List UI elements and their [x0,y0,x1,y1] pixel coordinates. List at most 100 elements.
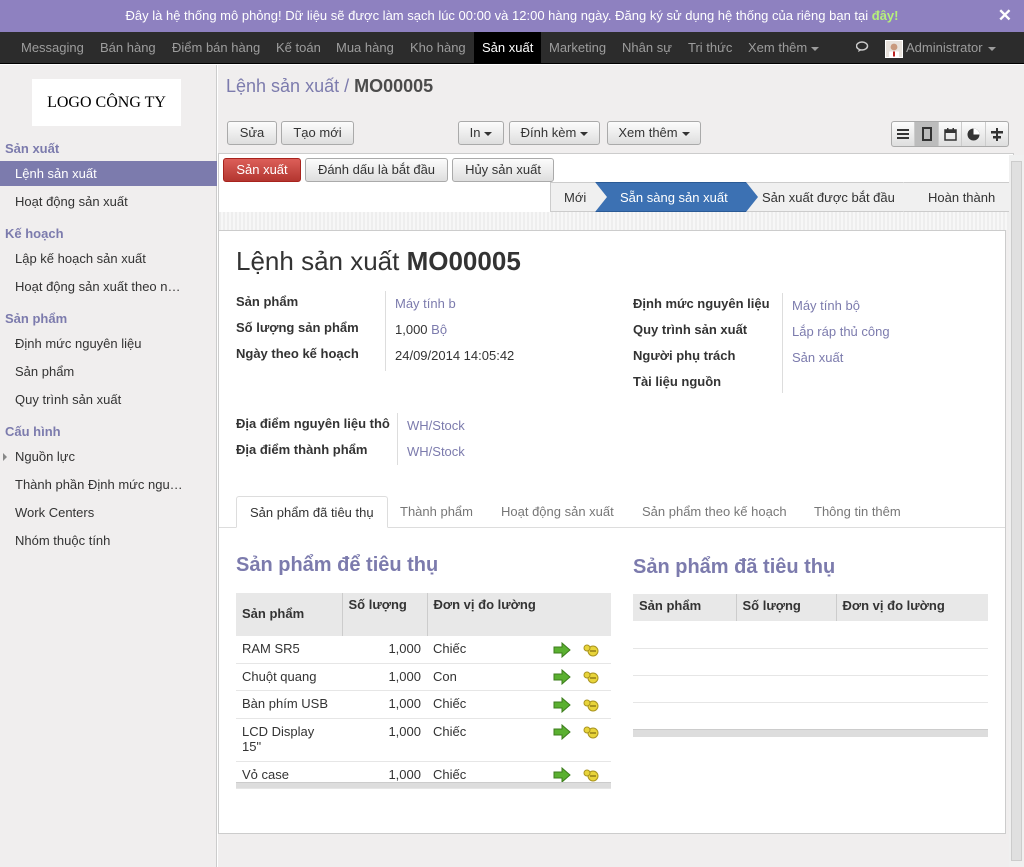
create-button[interactable]: Tạo mới [281,121,354,145]
chat-icon[interactable] [856,41,870,53]
edit-button[interactable]: Sửa [227,121,277,145]
sidebar-item-products[interactable]: Sản phẩm [0,359,217,384]
tab-extra-info[interactable]: Thông tin thêm [801,496,914,528]
breadcrumb-parent[interactable]: Lệnh sản xuất [226,76,339,96]
consume-arrow-icon[interactable] [553,641,571,658]
product-cell: RAM SR5 [236,636,342,664]
column-header-quantity[interactable]: Số lượng [342,593,428,636]
stage-done[interactable]: Hoàn thành [903,182,1015,212]
table-row[interactable]: RAM SR5 1,000 Chiếc [236,636,611,664]
bom-field[interactable]: Máy tính bộ [792,298,860,313]
consume-arrow-icon[interactable] [553,696,571,713]
user-avatar[interactable] [885,40,903,58]
cancel-production-button[interactable]: Hủy sản xuất [452,158,554,182]
list-icon [897,129,910,139]
close-icon[interactable]: ✕ [998,0,1012,32]
planned-date-field[interactable]: 24/09/2014 14:05:42 [395,348,514,363]
attach-dropdown[interactable]: Đính kèm [509,121,600,145]
consume-arrow-icon[interactable] [553,724,571,741]
stage-new[interactable]: Mới [550,182,607,212]
column-header-quantity[interactable]: Số lượng [736,594,837,621]
produce-button[interactable]: Sản xuất [223,158,301,182]
product-cell: Bàn phím USB [236,690,342,719]
sidebar-item-manufacturing-orders[interactable]: Lệnh sản xuất [0,161,217,186]
print-dropdown[interactable]: In [458,121,504,145]
stage-in-progress[interactable]: Sản xuất được bắt đầu [746,182,915,212]
quantity-unit[interactable]: Bộ [431,322,447,337]
table-row[interactable]: LCD Display 15" 1,000 Chiếc [236,718,611,762]
nav-marketing[interactable]: Marketing [542,32,613,64]
quantity-field[interactable]: 1,000 Bộ [395,322,447,337]
nav-purchase[interactable]: Mua hàng [329,32,401,64]
field-label-raw-location: Địa điểm nguyên liệu thô [236,416,390,431]
consume-arrow-icon[interactable] [553,669,571,686]
finished-location-field[interactable]: WH/Stock [407,444,465,459]
gantt-view-button[interactable] [986,122,1008,146]
consume-arrow-icon[interactable] [553,767,571,784]
calendar-view-button[interactable] [939,122,963,146]
scrap-icon[interactable] [582,642,600,658]
field-divider [782,293,783,393]
column-header-product[interactable]: Sản phẩm [236,593,343,636]
sidebar-item-work-orders-planning[interactable]: Hoạt động sản xuất theo n… [0,274,217,299]
sidebar-item-bom[interactable]: Định mức nguyên liệu [0,331,217,356]
product-field[interactable]: Máy tính b [395,296,456,311]
sidebar-item-work-orders[interactable]: Hoạt động sản xuất [0,189,217,214]
sidebar-item-attribute-groups[interactable]: Nhóm thuộc tính [0,528,217,553]
nav-hr[interactable]: Nhân sự [615,32,679,64]
company-logo[interactable]: LOGO CÔNG TY [32,79,181,126]
table-row [633,702,988,730]
nav-sales[interactable]: Bán hàng [93,32,163,64]
tab-work-orders[interactable]: Hoạt động sản xuất [488,496,627,528]
stage-ready[interactable]: Sẵn sàng sản xuất [595,182,758,212]
field-label-source-document: Tài liệu nguồn [633,374,722,389]
sidebar-item-routings[interactable]: Quy trình sản xuất [0,387,217,412]
form-view-button[interactable] [915,122,939,146]
column-header-uom[interactable]: Đơn vị đo lường [427,593,611,636]
scrap-icon[interactable] [582,697,600,713]
tab-finished-products[interactable]: Thành phẩm [387,496,486,528]
quantity-cell: 1,000 [342,718,427,762]
nav-more[interactable]: Xem thêm [741,32,826,64]
field-label-product: Sản phẩm [236,294,299,309]
graph-view-button[interactable] [962,122,986,146]
consumed-heading: Sản phẩm đã tiêu thụ [633,556,836,578]
scrollbar-thumb[interactable] [1011,161,1022,861]
column-header-product[interactable]: Sản phẩm [633,594,737,621]
main-content: Lệnh sản xuất / MO00005 Sửa Tạo mới In Đ… [218,65,1024,867]
raw-location-field[interactable]: WH/Stock [407,418,465,433]
tab-scheduled-products[interactable]: Sản phẩm theo kế hoạch [629,496,800,528]
sidebar-section-products: Sản phẩm [5,311,68,326]
sidebar-item-work-centers[interactable]: Work Centers [0,500,217,525]
more-dropdown[interactable]: Xem thêm [607,121,701,145]
scrap-icon[interactable] [582,767,600,783]
form-icon [921,127,932,141]
top-navbar: Messaging Bán hàng Điểm bán hàng Kế toán… [0,32,1024,64]
mark-started-button[interactable]: Đánh dấu là bắt đầu [305,158,448,182]
product-cell: Chuột quang [236,663,342,692]
responsible-field[interactable]: Sản xuất [792,350,843,365]
routing-field[interactable]: Lắp ráp thủ công [792,324,890,339]
sidebar-item-bom-lines[interactable]: Thành phần Định mức ngu… [0,472,217,497]
notebook-tabs: Sản phẩm đã tiêu thụ Thành phẩm Hoạt độn… [219,494,1005,528]
scrap-icon[interactable] [582,669,600,685]
scrap-icon[interactable] [582,724,600,740]
register-link[interactable]: đây! [872,8,899,23]
tab-consumed-products[interactable]: Sản phẩm đã tiêu thụ [236,496,388,528]
sidebar-item-production-planning[interactable]: Lập kế hoạch sản xuất [0,246,217,271]
column-header-uom[interactable]: Đơn vị đo lường [836,594,988,621]
nav-messaging[interactable]: Messaging [14,32,91,64]
sidebar-item-resources[interactable]: Nguồn lực [0,444,217,469]
nav-warehouse[interactable]: Kho hàng [403,32,473,64]
sidebar-item-resources-label: Nguồn lực [15,449,76,464]
nav-pos[interactable]: Điểm bán hàng [165,32,267,64]
nav-manufacturing[interactable]: Sản xuất [474,32,542,64]
nav-accounting[interactable]: Kế toán [269,32,328,64]
user-menu[interactable]: Administrator [906,32,996,64]
table-row[interactable]: Chuột quang 1,000 Con [236,663,611,692]
scrollbar[interactable] [1009,155,1024,867]
title-prefix: Lệnh sản xuất [236,246,400,276]
list-view-button[interactable] [892,122,916,146]
nav-knowledge[interactable]: Tri thức [681,32,739,64]
table-row[interactable]: Bàn phím USB 1,000 Chiếc [236,690,611,719]
